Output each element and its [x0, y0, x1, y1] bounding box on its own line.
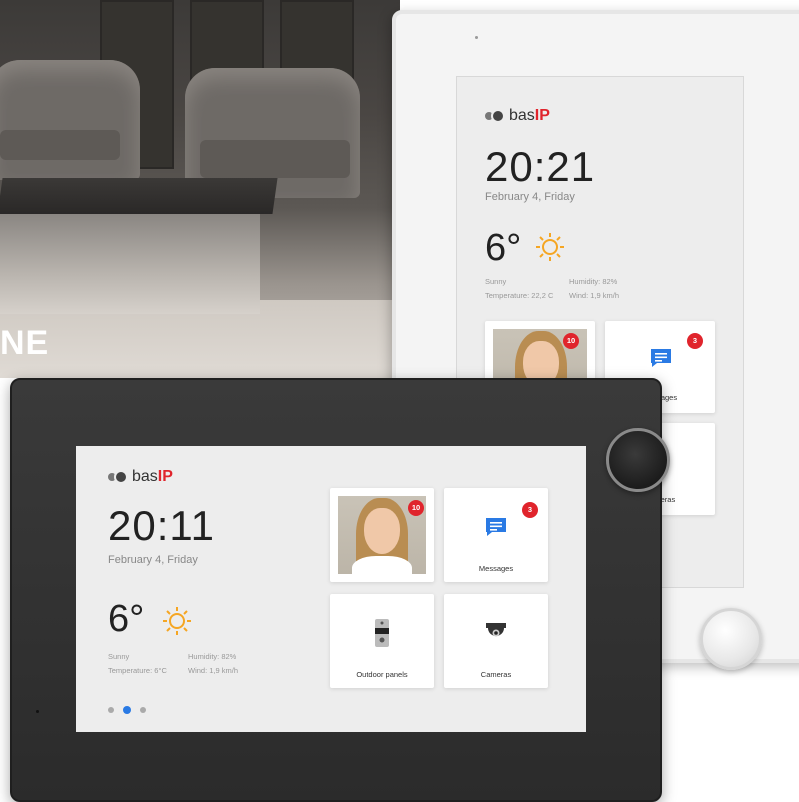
message-count-badge: 3 — [687, 333, 703, 349]
tile-messages[interactable]: 3 Messages — [444, 488, 548, 582]
call-count-badge: 10 — [563, 333, 579, 349]
tile-label: Messages — [478, 564, 514, 573]
coffee-table-top — [0, 178, 278, 214]
weather-details-extra: Humidity: 82% Wind: 1,9 km/h — [188, 652, 239, 675]
page-dot-active[interactable] — [123, 706, 131, 714]
tile-doorphone-call[interactable]: 12.03 Fri 22:00 10 — [330, 488, 434, 582]
tile-outdoor-panels[interactable]: Outdoor panels — [330, 594, 434, 688]
clock-date: February 4, Friday — [108, 554, 198, 566]
page-dot[interactable] — [108, 707, 114, 713]
call-timestamp: 12.03 Fri 22:00 — [352, 564, 396, 571]
sun-icon — [536, 233, 564, 261]
basip-logo: bas IP — [485, 107, 550, 125]
tile-label: Outdoor panels — [356, 670, 408, 679]
banner-text: NE — [0, 324, 50, 362]
coffee-table — [0, 212, 260, 314]
microphone-dot — [36, 710, 39, 713]
dark-device-knob[interactable] — [606, 428, 670, 492]
clock-date: February 4, Friday — [485, 191, 575, 203]
camera-lens — [475, 36, 478, 39]
background-interior-photo: NE — [0, 0, 400, 378]
basip-logo: bas IP — [108, 468, 173, 486]
message-count-badge: 3 — [522, 502, 538, 518]
armchair-seat — [0, 130, 120, 160]
clock-time: 20:11 — [108, 502, 215, 549]
temperature: 6° — [108, 598, 145, 640]
call-count-badge: 10 — [408, 500, 424, 516]
page-dot[interactable] — [140, 707, 146, 713]
doorphone-icon — [375, 619, 389, 647]
weather-details-extra: Humidity: 82% Wind: 1,9 km/h — [569, 277, 620, 300]
tile-label: Cameras — [480, 670, 512, 679]
tile-cameras[interactable]: Cameras — [444, 594, 548, 688]
dark-device-screen: bas IP 20:11 February 4, Friday 6° Sunny … — [76, 446, 586, 732]
clock-time: 20:21 — [485, 143, 596, 190]
temperature: 6° — [485, 227, 522, 269]
sun-icon — [163, 607, 191, 635]
armchair-left — [0, 60, 140, 180]
white-device-knob[interactable] — [700, 608, 762, 670]
camera-icon — [486, 623, 506, 637]
message-icon — [486, 518, 506, 536]
armchair-seat — [200, 140, 350, 178]
weather-details: Sunny Temperature: 22,2 C — [485, 277, 554, 300]
message-icon — [651, 349, 671, 367]
weather-details: Sunny Temperature: 6°C — [108, 652, 167, 675]
